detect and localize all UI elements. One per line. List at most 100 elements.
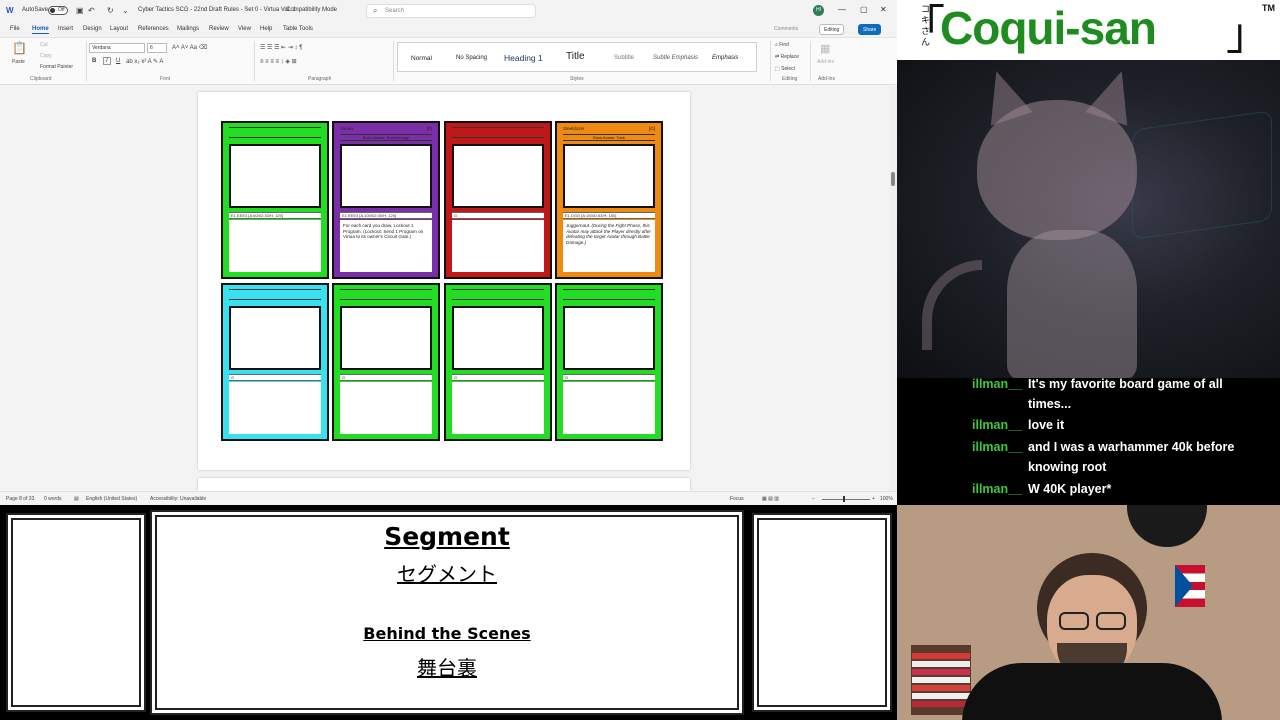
zoom-level[interactable]: 100%: [880, 496, 893, 502]
style-title[interactable]: Title: [566, 51, 585, 62]
underline-button[interactable]: U: [116, 58, 120, 64]
card-name-line: [229, 289, 321, 290]
addins-label[interactable]: Add-ins: [817, 59, 834, 65]
font-format-icons[interactable]: ab x₂ x² A ✎ A: [126, 58, 163, 65]
list-buttons-icon[interactable]: ☰ ☰ ☰ ⇤ ⇥ ↕ ¶: [260, 44, 302, 51]
language-label[interactable]: English (United States): [86, 496, 137, 502]
card-subtitle-line: [563, 299, 655, 300]
card-text-box: [452, 382, 544, 434]
addins-icon[interactable]: ▦: [820, 42, 830, 55]
card-template[interactable]: E1 EEE3 [A:60/02:30/H: 125]: [221, 121, 329, 279]
document-title: Cyber Tactics SCG - 22nd Draft Rules - S…: [138, 7, 296, 13]
proofing-icon[interactable]: ▤: [74, 496, 79, 502]
card-art-box: [229, 144, 321, 208]
maximize-icon[interactable]: ▢: [860, 5, 868, 14]
card-template[interactable]: G: [444, 283, 552, 441]
style-subtitle[interactable]: Subtitle: [614, 55, 634, 61]
style-subtle-emphasis[interactable]: Subtle Emphasis: [653, 55, 698, 61]
redo-icon[interactable]: ↻: [107, 6, 114, 15]
style-emphasis[interactable]: Emphasis: [712, 55, 738, 61]
font-name-box[interactable]: Verdana: [89, 43, 145, 53]
zoom-slider[interactable]: [822, 499, 870, 500]
paste-label[interactable]: Paste: [12, 59, 25, 65]
card-template[interactable]: G: [332, 283, 440, 441]
card-template[interactable]: G: [221, 283, 329, 441]
card-art-box: [340, 306, 432, 370]
search-box[interactable]: Search: [366, 4, 536, 18]
zoom-slider-thumb[interactable]: [843, 496, 845, 502]
divider: [393, 41, 394, 81]
focus-button[interactable]: Focus: [730, 496, 744, 502]
card-steeldozer[interactable]: Steeldozer [G] Boss Avatar: Tank E1 DGG […: [555, 121, 663, 279]
tab-design[interactable]: Design: [83, 26, 102, 32]
style-heading-1[interactable]: Heading 1: [504, 53, 543, 63]
tab-references[interactable]: References: [138, 26, 169, 32]
italic-button[interactable]: I: [103, 57, 111, 65]
card-subtitle: Boss Avatar: Tank: [563, 134, 655, 141]
tab-layout[interactable]: Layout: [110, 26, 128, 32]
divider: [810, 41, 811, 81]
accessibility-status[interactable]: Accessibility: Unavailable: [150, 496, 206, 502]
card-template[interactable]: G: [444, 121, 552, 279]
segment-subtitle: Behind the Scenes: [363, 624, 531, 643]
find-button[interactable]: ⌕ Find: [775, 42, 789, 48]
share-button[interactable]: Share: [858, 24, 882, 35]
compatibility-mode[interactable]: Compatibility Mode: [286, 7, 337, 13]
logo-trademark: TM: [1262, 3, 1275, 13]
card-stat-line: G: [452, 212, 544, 219]
group-editing: Editing: [782, 76, 798, 82]
card-stat-line: E1 EEE3 [A:100/02:30/H: 125]: [340, 212, 432, 219]
tab-file[interactable]: File: [10, 26, 20, 32]
card-template[interactable]: G: [555, 283, 663, 441]
replace-button[interactable]: ⇄ Replace: [775, 54, 799, 60]
tab-home[interactable]: Home: [32, 26, 49, 34]
style-no-spacing[interactable]: No Spacing: [456, 55, 487, 61]
word-count[interactable]: 0 words: [44, 496, 62, 502]
close-icon[interactable]: ✕: [880, 5, 887, 14]
cut-button[interactable]: Cut: [40, 42, 48, 48]
customize-qat-icon[interactable]: ⌄: [122, 6, 129, 15]
bold-button[interactable]: B: [92, 58, 96, 64]
editing-mode-button[interactable]: Editing: [819, 24, 845, 35]
save-icon[interactable]: ▣: [76, 6, 84, 15]
tab-view[interactable]: View: [238, 26, 251, 32]
card-stat-line: G: [340, 374, 432, 381]
zoom-out-icon[interactable]: −: [812, 496, 815, 502]
tab-help[interactable]: Help: [260, 26, 272, 32]
tab-insert[interactable]: Insert: [58, 26, 73, 32]
tab-table-tools[interactable]: Table Tools: [283, 26, 313, 32]
card-art-box: [340, 144, 432, 208]
comments-button[interactable]: Comments: [770, 24, 802, 35]
card-yanika[interactable]: Yanika [E] Boss Avatar: Technomage E1 EEE…: [332, 121, 440, 279]
document-page[interactable]: E1 EEE3 [A:60/02:30/H: 125] Yanika [E] Bo…: [198, 92, 690, 470]
chat-text: and I was a warhammer 40k before knowing…: [1028, 440, 1235, 474]
font-size-box[interactable]: 6: [147, 43, 167, 53]
ribbon: 📋 Paste Cut Copy Format Painter Clipboar…: [0, 37, 897, 85]
vertical-scrollbar[interactable]: [890, 86, 897, 491]
select-button[interactable]: ⬚ Select: [775, 66, 795, 72]
logo-name: Coqui-san: [940, 2, 1157, 54]
view-buttons-icon[interactable]: ▦ ▤ ▥: [762, 496, 779, 502]
page-count[interactable]: Page 8 of 33: [6, 496, 34, 502]
undo-icon[interactable]: ↶: [88, 6, 95, 15]
group-styles: Styles: [570, 76, 584, 82]
card-rules-text: Juggernaut. (During the Fight Phase, thi…: [563, 220, 655, 272]
autosave-toggle[interactable]: Off: [48, 6, 68, 15]
font-grow-shrink-icons[interactable]: A˄ A˅ Aa ⌫: [172, 44, 207, 51]
card-art-box: [563, 144, 655, 208]
alignment-buttons-icon[interactable]: ≡ ≡ ≡ ≡ ↕ ◈ ⊞: [260, 58, 297, 65]
format-painter-button[interactable]: Format Painter: [40, 64, 73, 70]
cat-tail: [922, 260, 982, 350]
chat-text: love it: [1028, 418, 1065, 432]
user-avatar[interactable]: HI: [813, 5, 824, 16]
zoom-in-icon[interactable]: +: [872, 496, 875, 502]
paste-icon[interactable]: 📋: [12, 41, 27, 55]
style-normal[interactable]: Normal: [411, 55, 432, 62]
document-area: E1 EEE3 [A:60/02:30/H: 125] Yanika [E] Bo…: [0, 86, 890, 498]
tab-review[interactable]: Review: [209, 26, 229, 32]
tab-mailings[interactable]: Mailings: [177, 26, 199, 32]
copy-button[interactable]: Copy: [40, 53, 52, 59]
minimize-icon[interactable]: —: [838, 5, 846, 14]
scroll-thumb[interactable]: [891, 172, 895, 186]
card-text-box: [452, 220, 544, 272]
